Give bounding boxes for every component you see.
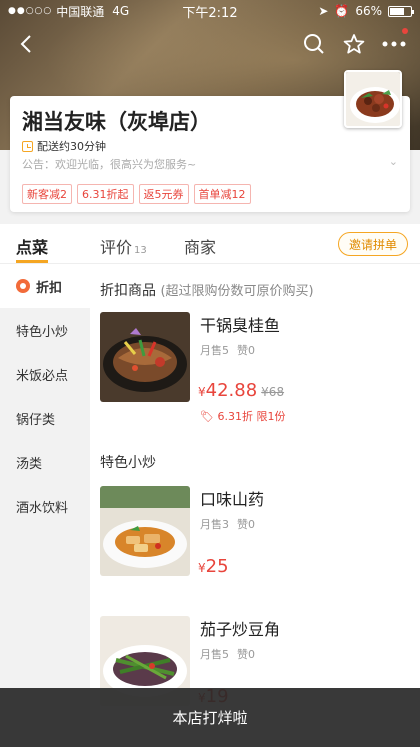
- tab-label: 点菜: [16, 238, 49, 257]
- favorite-button[interactable]: [338, 28, 370, 60]
- tab-reviews[interactable]: 评价 13: [100, 234, 147, 258]
- invite-group-order-button[interactable]: 邀请拼单: [337, 232, 408, 256]
- shop-notice[interactable]: 公告：欢迎光临，很高兴为您服务~ ⌄: [22, 155, 398, 172]
- search-icon: [304, 34, 324, 54]
- search-button[interactable]: [298, 28, 330, 60]
- monthly-sales: 月售5: [200, 648, 229, 661]
- category-item[interactable]: 米饭必点: [0, 352, 90, 396]
- monthly-sales: 月售3: [200, 518, 229, 531]
- back-button[interactable]: [10, 28, 42, 60]
- category-item[interactable]: 锅仔类: [0, 396, 90, 440]
- shop-dish-image: [346, 72, 400, 126]
- battery-icon: [388, 5, 414, 17]
- promo-tag: 新客减2: [22, 184, 72, 204]
- tab-label: 评价: [100, 238, 133, 257]
- dish-price: ¥25: [198, 556, 229, 577]
- review-count: 13: [134, 245, 147, 256]
- currency-symbol: ¥: [198, 385, 206, 399]
- delivery-info: 配送约30分钟: [22, 138, 106, 154]
- dish-image: [100, 312, 190, 402]
- notification-dot: [402, 28, 408, 34]
- promo-tags: 新客减2 6.31折起 返5元券 首单减12: [22, 184, 251, 204]
- dish-name: 口味山药: [200, 490, 265, 509]
- currency-symbol: ¥: [198, 561, 206, 575]
- shop-name: 湘当友味（灰埠店）: [22, 110, 211, 134]
- menu-item[interactable]: 干锅臭桂鱼 月售5 赞0 ¥42.88 ¥68 🏷 6.31折 限1份: [90, 312, 420, 452]
- dish-name: 干锅臭桂鱼: [200, 316, 281, 335]
- shop-info-card[interactable]: 湘当友味（灰埠店） 配送约30分钟 公告：欢迎光临，很高兴为您服务~ ⌄ 新客减…: [10, 70, 410, 212]
- monthly-sales: 月售5: [200, 344, 229, 357]
- dish-stats: 月售5 赞0: [200, 646, 255, 662]
- active-tab-indicator: [16, 260, 48, 263]
- shop-tabs: 点菜 评价 13 商家 邀请拼单: [0, 224, 420, 264]
- menu-list: 折扣商品 (超过限购份数可原价购买) 干锅臭桂鱼 月售5 赞0 ¥42.88 ¥68…: [90, 264, 420, 747]
- category-item[interactable]: 特色小炒: [0, 308, 90, 352]
- star-icon: [343, 34, 365, 54]
- more-dots-icon: [382, 41, 406, 47]
- promo-tag: 首单减12: [193, 184, 251, 204]
- delivery-time: 配送约30分钟: [37, 140, 106, 153]
- category-sidebar: 折扣 特色小炒 米饭必点 锅仔类 汤类 酒水饮料: [0, 264, 90, 747]
- discount-icon: [16, 279, 30, 293]
- dish-price: ¥42.88 ¥68: [198, 380, 284, 401]
- price-value: 42.88: [205, 380, 258, 401]
- section-title: 折扣商品: [100, 283, 156, 299]
- like-count: 赞0: [237, 344, 255, 357]
- section-title: 特色小炒: [100, 455, 156, 471]
- tag-icon: 🏷: [200, 410, 214, 423]
- delivery-time-icon: [22, 140, 33, 152]
- status-bar: ●●○○○ 中国联通 4G 下午2:12 ➤ ⏰ 66%: [0, 0, 420, 22]
- dish-photo: [100, 486, 190, 576]
- category-label: 折扣: [36, 280, 63, 296]
- category-item[interactable]: 汤类: [0, 440, 90, 484]
- category-item[interactable]: 酒水饮料: [0, 484, 90, 528]
- more-button[interactable]: [378, 28, 410, 60]
- discount-limit: 🏷 6.31折 限1份: [200, 408, 285, 424]
- shop-logo: [344, 70, 402, 128]
- shop-closed-bar: 本店打烊啦: [0, 688, 420, 747]
- tab-order[interactable]: 点菜: [16, 234, 48, 258]
- chevron-down-icon: ⌄: [388, 155, 398, 168]
- dish-stats: 月售3 赞0: [200, 516, 255, 532]
- dish-image: [100, 486, 190, 576]
- dish-stats: 月售5 赞0: [200, 342, 255, 358]
- section-title-specialty: 特色小炒: [90, 452, 420, 486]
- like-count: 赞0: [237, 648, 255, 661]
- category-discount[interactable]: 折扣: [0, 264, 90, 308]
- dish-photo: [100, 312, 190, 402]
- notice-text: 公告：欢迎光临，很高兴为您服务~: [22, 158, 197, 171]
- section-title-discount: 折扣商品 (超过限购份数可原价购买): [90, 280, 420, 312]
- dish-name: 茄子炒豆角: [200, 620, 281, 639]
- tab-label: 商家: [184, 238, 217, 257]
- promo-tag: 6.31折起: [77, 184, 134, 204]
- menu-item[interactable]: 口味山药 月售3 赞0 ¥25: [90, 486, 420, 616]
- section-subtitle: (超过限购份数可原价购买): [160, 284, 314, 299]
- status-time: 下午2:12: [182, 5, 238, 21]
- tab-merchant[interactable]: 商家: [184, 234, 216, 258]
- back-arrow-icon: [20, 35, 31, 53]
- original-price: ¥68: [261, 385, 285, 399]
- price-value: 25: [205, 556, 229, 577]
- like-count: 赞0: [237, 518, 255, 531]
- discount-text: 6.31折 限1份: [217, 410, 286, 423]
- top-navbar: [0, 28, 420, 60]
- promo-tag: 返5元券: [138, 184, 189, 204]
